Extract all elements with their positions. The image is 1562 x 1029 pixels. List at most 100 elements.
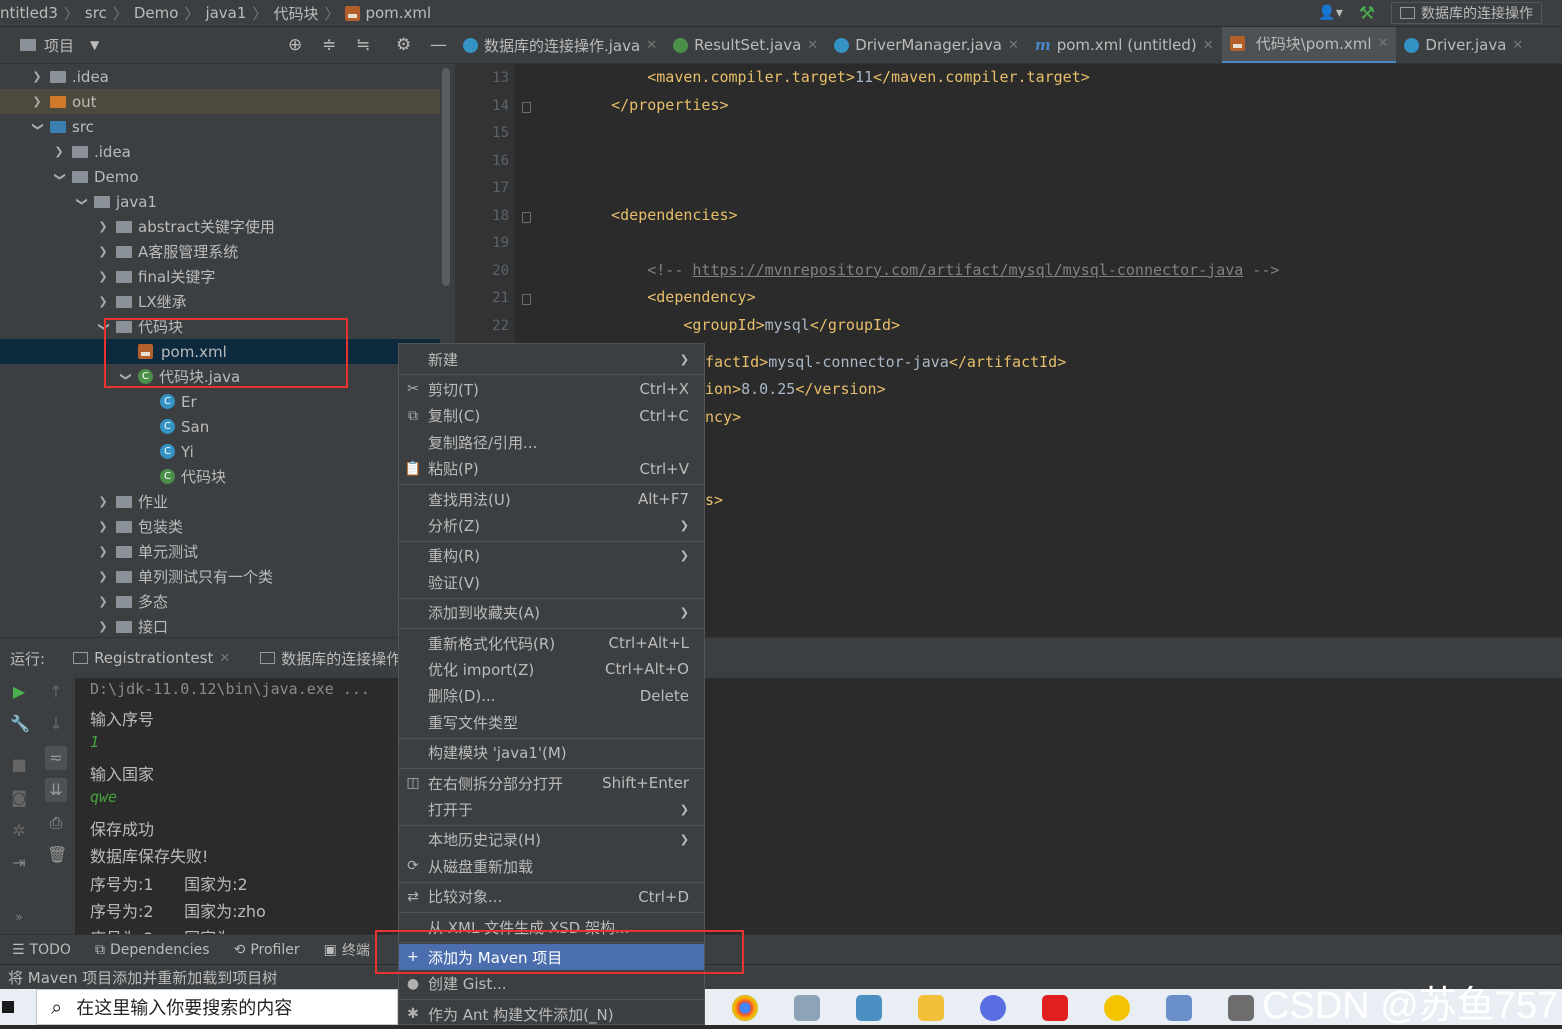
breadcrumb-item[interactable]: src (85, 4, 107, 22)
menu-item[interactable]: 优化 import(Z) Ctrl+Alt+O (399, 656, 704, 682)
chevron-right-icon[interactable]: ❯ (30, 70, 44, 83)
wrench-icon[interactable]: 🔧 (10, 715, 30, 733)
tree-item[interactable]: ❯ 接口 (0, 614, 440, 637)
chevron-right-icon[interactable]: ❯ (96, 495, 110, 508)
file-explorer-icon[interactable] (918, 995, 944, 1021)
build-hammer-icon[interactable]: ⚒ (1359, 3, 1375, 24)
tree-item[interactable]: ❮ java1 (0, 189, 440, 214)
menu-item[interactable]: ⟳ 从磁盘重新加载 (399, 853, 704, 879)
chevron-right-icon[interactable]: ❯ (96, 295, 110, 308)
tree-item[interactable]: ❯ out (0, 89, 440, 114)
chevron-down-icon[interactable]: ❮ (31, 120, 44, 134)
chevron-right-icon[interactable]: ❯ (96, 220, 110, 233)
breadcrumb-item[interactable]: 代码块 (273, 3, 318, 24)
gear-icon[interactable]: ⚙ (396, 35, 411, 55)
collapse-all-icon[interactable]: ≒ (356, 35, 370, 55)
tool-window-2[interactable]: ⧉ Dependencies (83, 942, 222, 958)
tree-item[interactable]: ❯ final关键字 (0, 264, 440, 289)
tree-item[interactable]: ❯ 包装类 (0, 514, 440, 539)
arrow-down-icon[interactable]: ↓ (47, 715, 65, 733)
breadcrumb-item[interactable]: pom.xml (345, 4, 431, 22)
tool-window-3[interactable]: ⟲ Profiler (222, 942, 312, 958)
tab-2[interactable]: ResultSet.java ✕ (665, 27, 826, 63)
menu-item[interactable]: 重构(R) ❯ (399, 543, 704, 569)
console-output[interactable]: D:\jdk-11.0.12\bin\java.exe ... 输入序号 1 输入国家… (75, 678, 1562, 934)
windows-start-icon[interactable] (2, 1001, 14, 1013)
user-icon[interactable]: 👤▾ (1318, 5, 1342, 21)
comment-link[interactable]: https://mvnrepository.com/artifact/mysql… (692, 261, 1243, 279)
menu-item[interactable]: 查找用法(U) Alt+F7 (399, 486, 704, 512)
menu-item[interactable]: 删除(D)... Delete (399, 683, 704, 709)
close-icon[interactable]: ✕ (646, 38, 657, 53)
menu-item[interactable]: 📋 粘贴(P) Ctrl+V (399, 456, 704, 482)
chrome-icon[interactable] (732, 995, 758, 1021)
menu-item[interactable]: 添加到收藏夹(A) ❯ (399, 600, 704, 626)
app-icon[interactable] (1104, 995, 1130, 1021)
chevron-right-icon[interactable]: ❯ (52, 145, 66, 158)
calculator-icon[interactable] (1228, 995, 1254, 1021)
tree-item[interactable]: ❯ LX继承 (0, 289, 440, 314)
tree-item[interactable]: ❯ 作业 (0, 489, 440, 514)
tool-window-1[interactable]: ☰ TODO (0, 942, 83, 958)
close-icon[interactable]: ✕ (1008, 38, 1019, 53)
close-icon[interactable]: ✕ (1512, 38, 1523, 53)
fold-marker-icon[interactable] (522, 294, 531, 305)
taskbar-search[interactable]: ⌕ 在这里输入你要搜索的内容 (36, 989, 398, 1025)
login-icon[interactable]: ⇥ (10, 854, 28, 872)
chevron-down-icon[interactable]: ❮ (53, 170, 66, 184)
arrow-up-icon[interactable]: ↑ (47, 683, 65, 701)
tab-4[interactable]: m pom.xml (untitled) ✕ (1027, 27, 1222, 63)
tree-item[interactable]: ❯ 单列测试只有一个类 (0, 564, 440, 589)
menu-item[interactable]: 构建模块 'java1'(M) (399, 740, 704, 766)
tree-item[interactable]: ❯ .idea (0, 139, 440, 164)
tree-item[interactable]: ❯ abstract关键字使用 (0, 214, 440, 239)
camera-icon[interactable]: ◙ (10, 789, 28, 807)
menu-item[interactable]: 重写文件类型 (399, 709, 704, 735)
menu-item[interactable]: 复制路径/引用... (399, 429, 704, 455)
debug-icon[interactable]: ✲ (10, 822, 28, 840)
locate-icon[interactable]: ⊕ (288, 35, 302, 55)
tree-item[interactable]: C Er (0, 389, 440, 414)
tool-window-4[interactable]: ▣ 终端 (312, 940, 382, 960)
network-icon[interactable] (1166, 995, 1192, 1021)
run-config-select[interactable]: 数据库的连接操作 (1391, 2, 1542, 24)
tree-item[interactable]: C Yi (0, 439, 440, 464)
menu-item[interactable]: ✱ 作为 Ant 构建文件添加(_N) (399, 1001, 704, 1024)
breadcrumb-item[interactable]: ntitled3 (0, 4, 58, 22)
browser-icon[interactable] (980, 995, 1006, 1021)
close-icon[interactable]: ✕ (1203, 38, 1214, 53)
soft-wrap-icon[interactable]: ≂ (45, 746, 67, 770)
close-icon[interactable]: ✕ (219, 651, 230, 666)
menu-item[interactable]: 验证(V) (399, 569, 704, 595)
menu-item[interactable]: 新建 ❯ (399, 346, 704, 372)
menu-item[interactable]: ● 创建 Gist... (399, 971, 704, 997)
notepad-icon[interactable] (856, 995, 882, 1021)
chevron-right-icon[interactable]: ❯ (96, 520, 110, 533)
menu-item[interactable]: ⇄ 比较对象... Ctrl+D (399, 884, 704, 910)
tree-item[interactable]: ❮ src (0, 114, 440, 139)
fold-marker-icon[interactable] (522, 101, 531, 113)
breadcrumb-item[interactable]: java1 (205, 4, 246, 22)
more-icon[interactable]: » (10, 908, 28, 926)
expand-all-icon[interactable]: ≑ (322, 35, 336, 55)
chevron-right-icon[interactable]: ❯ (30, 95, 44, 108)
tree-scrollbar[interactable] (442, 68, 450, 286)
stop-icon[interactable]: ■ (10, 756, 28, 774)
chevron-right-icon[interactable]: ❯ (96, 570, 110, 583)
tree-item[interactable]: ❯ 多态 (0, 589, 440, 614)
chevron-right-icon[interactable]: ❯ (96, 620, 110, 633)
print-icon[interactable]: ⎙ (47, 814, 65, 832)
menu-item[interactable]: 分析(Z) ❯ (399, 512, 704, 538)
mail-icon[interactable] (794, 995, 820, 1021)
run-tab-1[interactable]: Registrationtest ✕ (73, 649, 230, 667)
menu-item[interactable]: ⧉ 复制(C) Ctrl+C (399, 403, 704, 429)
tree-item[interactable]: C San (0, 414, 440, 439)
chevron-right-icon[interactable]: ❯ (96, 595, 110, 608)
tab-5[interactable]: 代码块\pom.xml ✕ (1221, 27, 1397, 63)
project-panel-title[interactable]: 项目 (44, 35, 74, 56)
breadcrumb-item[interactable]: Demo (134, 4, 179, 22)
run-tab-2[interactable]: 数据库的连接操作 (260, 648, 401, 669)
tab-3[interactable]: DriverManager.java ✕ (826, 27, 1027, 63)
chevron-right-icon[interactable]: ❯ (96, 245, 110, 258)
tree-item[interactable]: ❯ 单元测试 (0, 539, 440, 564)
